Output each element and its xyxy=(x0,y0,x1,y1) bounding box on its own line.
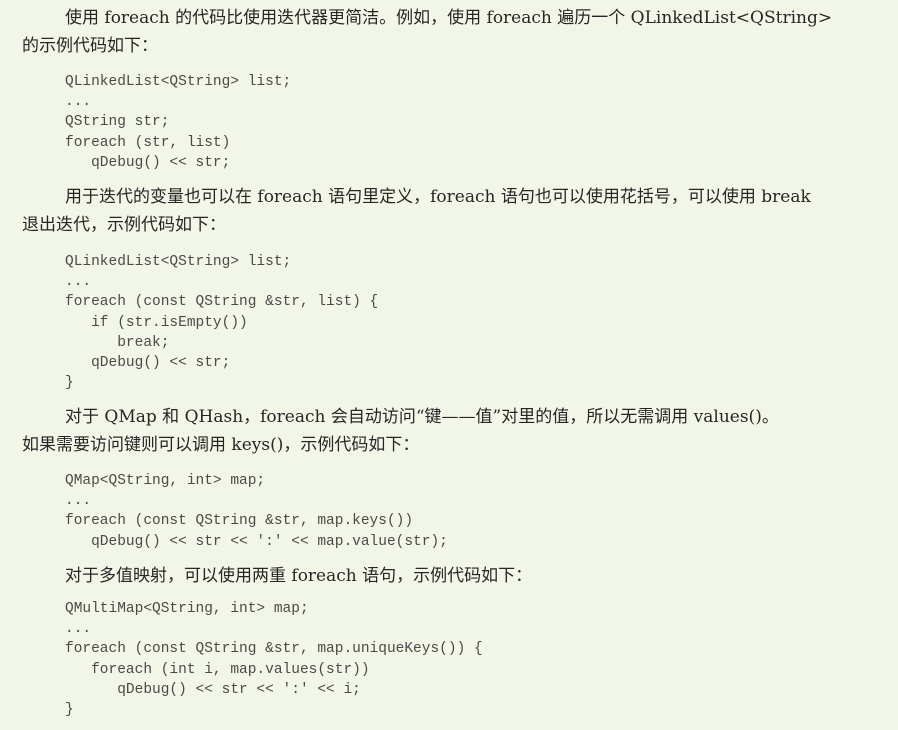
code-block-4: QMultiMap<QString, int> map;... foreach (… xyxy=(65,599,483,720)
code-line: foreach (int i, map.values(str)) xyxy=(65,661,370,678)
code-line: if (str.isEmpty()) xyxy=(65,314,248,331)
code-line: qDebug() << str; xyxy=(65,154,231,171)
paragraph-qmap-qhash: 对于 QMap 和 QHash，foreach 会自动访问“键——值”对里的值，… xyxy=(22,407,779,455)
code-line: } xyxy=(65,375,74,392)
code-line: ... xyxy=(65,621,92,638)
paragraph-multimap: 对于多值映射，可以使用两重 foreach 语句，示例代码如下： xyxy=(65,566,533,586)
code-line: break; xyxy=(65,334,170,351)
code-block-3: QMap<QString, int> map;... foreach (const… xyxy=(65,471,448,552)
code-line: QLinkedList<QString> list; xyxy=(65,254,292,270)
code-line: ... xyxy=(65,493,92,510)
paragraph-intro: 使用 foreach 的代码比使用迭代器更简洁。例如，使用 foreach 遍历… xyxy=(22,8,833,56)
code-line: foreach (str, list) xyxy=(65,134,231,151)
code-block-2: QLinkedList<QString> list;... foreach (co… xyxy=(65,252,378,393)
paragraph-loop-variable: 用于迭代的变量也可以在 foreach 语句里定义，foreach 语句也可以使… xyxy=(22,187,811,235)
code-line: QMultiMap<QString, int> map; xyxy=(65,601,309,617)
code-line: foreach (const QString &str, map.keys()) xyxy=(65,513,414,530)
document-page: 使用 foreach 的代码比使用迭代器更简洁。例如，使用 foreach 遍历… xyxy=(0,0,898,730)
code-line: foreach (const QString &str, map.uniqueK… xyxy=(65,641,483,658)
code-line: QString str; xyxy=(65,114,170,131)
code-line: QLinkedList<QString> list; xyxy=(65,74,292,90)
code-line: qDebug() << str << ':' << map.value(str)… xyxy=(65,533,448,550)
code-line: ... xyxy=(65,274,92,291)
code-line: qDebug() << str; xyxy=(65,354,231,371)
code-line: } xyxy=(65,701,74,718)
code-line: ... xyxy=(65,94,92,111)
code-line: foreach (const QString &str, list) { xyxy=(65,294,379,311)
code-line: qDebug() << str << ':' << i; xyxy=(65,681,361,698)
code-line: QMap<QString, int> map; xyxy=(65,473,266,489)
code-block-1: QLinkedList<QString> list;... QString str… xyxy=(65,72,291,173)
